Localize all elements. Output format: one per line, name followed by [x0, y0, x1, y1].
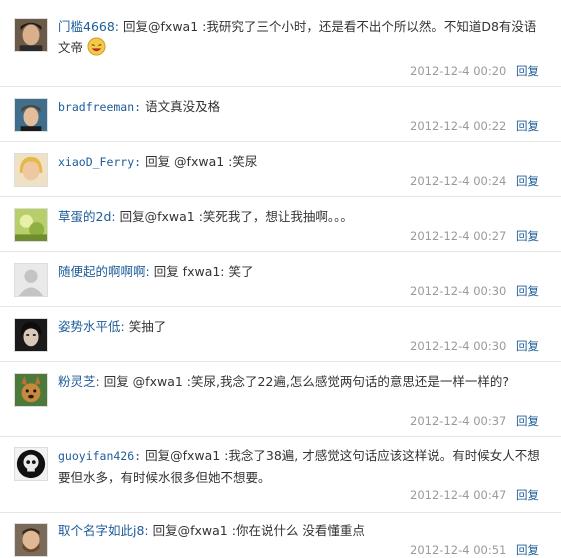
comment-text: 回复 fxwa1: 笑了 — [153, 264, 254, 279]
comment-body: 取个名字如此j8: 回复@fxwa1 :你在说什么 没看懂重点 — [58, 520, 541, 541]
comment-meta: 2012-12-4 00:37 回复 — [410, 413, 539, 429]
comment-username[interactable]: 取个名字如此j8: — [58, 523, 149, 538]
comment-timestamp: 2012-12-4 00:20 — [410, 64, 507, 78]
comment-username[interactable]: 粉灵芝: — [58, 374, 100, 389]
comment-item: 粉灵芝: 回复 @fxwa1 :笑尿,我念了22遍,怎么感觉两句话的意思还是一样… — [0, 362, 561, 437]
reply-link[interactable]: 回复 — [516, 488, 539, 502]
avatar-default-icon — [15, 264, 47, 296]
comment-body: 随便起的啊啊啊: 回复 fxwa1: 笑了 — [58, 261, 541, 282]
avatar-man-dark-hair-icon — [15, 19, 47, 51]
comment-body: xiaoD_Ferry: 回复 @fxwa1 :笑尿 — [58, 151, 541, 173]
reply-link[interactable]: 回复 — [516, 229, 539, 243]
comment-meta: 2012-12-4 00:30 回复 — [410, 283, 539, 299]
comment-body: guoyifan426: 回复@fxwa1 :我念了38遍, 才感觉这句话应该这… — [58, 445, 541, 488]
comment-username[interactable]: 姿势水平低: — [58, 319, 125, 334]
comment-meta: 2012-12-4 00:20 回复 — [410, 63, 539, 79]
comment-timestamp: 2012-12-4 00:27 — [410, 229, 507, 243]
avatar-blonde-icon — [15, 154, 47, 186]
reply-link[interactable]: 回复 — [516, 543, 539, 557]
comment-meta: 2012-12-4 00:47 回复 — [410, 487, 539, 503]
comment-timestamp: 2012-12-4 00:24 — [410, 174, 507, 188]
comment-item: guoyifan426: 回复@fxwa1 :我念了38遍, 才感觉这句话应该这… — [0, 437, 561, 513]
comment-item: 门槛4668: 回复@fxwa1 :我研究了三个小时，还是看不出个所以然。不知道… — [0, 0, 561, 87]
avatar-green-icon — [15, 209, 47, 241]
avatar[interactable] — [14, 523, 48, 557]
comment-username[interactable]: 草蛋的2d: — [58, 209, 116, 224]
avatar[interactable] — [14, 373, 48, 407]
reply-link[interactable]: 回复 — [516, 174, 539, 188]
comment-body: 门槛4668: 回复@fxwa1 :我研究了三个小时，还是看不出个所以然。不知道… — [58, 16, 541, 58]
comment-item: 随便起的啊啊啊: 回复 fxwa1: 笑了 2012-12-4 00:30 回复 — [0, 252, 561, 307]
comment-timestamp: 2012-12-4 00:30 — [410, 339, 507, 353]
comment-timestamp: 2012-12-4 00:51 — [410, 543, 507, 557]
comment-timestamp: 2012-12-4 00:37 — [410, 414, 507, 428]
comment-item: xiaoD_Ferry: 回复 @fxwa1 :笑尿 2012-12-4 00:… — [0, 142, 561, 197]
avatar[interactable] — [14, 153, 48, 187]
comment-timestamp: 2012-12-4 00:47 — [410, 488, 507, 502]
comment-item: bradfreeman: 语文真没及格 2012-12-4 00:22 回复 — [0, 87, 561, 142]
comment-list: 门槛4668: 回复@fxwa1 :我研究了三个小时，还是看不出个所以然。不知道… — [0, 0, 561, 557]
comment-username[interactable]: 随便起的啊啊啊: — [58, 264, 150, 279]
comment-meta: 2012-12-4 00:30 回复 — [410, 338, 539, 354]
comment-meta: 2012-12-4 00:51 回复 — [410, 542, 539, 558]
avatar-skull-icon — [15, 448, 47, 480]
comment-username[interactable]: 门槛4668: — [58, 19, 119, 34]
comment-text: 笑抽了 — [128, 319, 167, 334]
reply-link[interactable]: 回复 — [516, 414, 539, 428]
comment-text: 回复 @fxwa1 :笑尿,我念了22遍,怎么感觉两句话的意思还是一样一样的? — [103, 374, 509, 389]
avatar[interactable] — [14, 98, 48, 132]
avatar[interactable] — [14, 447, 48, 481]
comment-text: 回复@fxwa1 :你在说什么 没看懂重点 — [152, 523, 365, 538]
comment-item: 姿势水平低: 笑抽了 2012-12-4 00:30 回复 — [0, 307, 561, 362]
comment-text: 语文真没及格 — [145, 99, 221, 114]
comment-username[interactable]: xiaoD_Ferry: — [58, 155, 141, 169]
comment-meta: 2012-12-4 00:24 回复 — [410, 173, 539, 189]
avatar-dark-face-icon — [15, 319, 47, 351]
avatar-boy-icon — [15, 99, 47, 131]
comment-timestamp: 2012-12-4 00:30 — [410, 284, 507, 298]
avatar[interactable] — [14, 208, 48, 242]
comment-meta: 2012-12-4 00:27 回复 — [410, 228, 539, 244]
avatar-man-beard-icon — [15, 524, 47, 556]
comment-timestamp: 2012-12-4 00:22 — [410, 119, 507, 133]
avatar-dog-icon — [15, 374, 47, 406]
avatar[interactable] — [14, 18, 48, 52]
reply-link[interactable]: 回复 — [516, 284, 539, 298]
avatar[interactable] — [14, 263, 48, 297]
comment-body: bradfreeman: 语文真没及格 — [58, 96, 541, 118]
avatar[interactable] — [14, 318, 48, 352]
comment-username[interactable]: guoyifan426: — [58, 449, 141, 463]
comment-item: 草蛋的2d: 回复@fxwa1 :笑死我了，想让我抽啊。。。 2012-12-4… — [0, 197, 561, 252]
comment-meta: 2012-12-4 00:22 回复 — [410, 118, 539, 134]
comment-text: 回复@fxwa1 :我研究了三个小时，还是看不出个所以然。不知道D8有没语文帝 — [58, 19, 537, 55]
comment-item: 取个名字如此j8: 回复@fxwa1 :你在说什么 没看懂重点 2012-12-… — [0, 513, 561, 557]
reply-link[interactable]: 回复 — [516, 339, 539, 353]
comment-body: 草蛋的2d: 回复@fxwa1 :笑死我了，想让我抽啊。。。 — [58, 206, 541, 227]
comment-username[interactable]: bradfreeman: — [58, 100, 141, 114]
reply-link[interactable]: 回复 — [516, 119, 539, 133]
reply-link[interactable]: 回复 — [516, 64, 539, 78]
comment-body: 姿势水平低: 笑抽了 — [58, 316, 541, 337]
comment-text: 回复 @fxwa1 :笑尿 — [145, 154, 258, 169]
comment-body: 粉灵芝: 回复 @fxwa1 :笑尿,我念了22遍,怎么感觉两句话的意思还是一样… — [58, 371, 541, 392]
comment-text: 回复@fxwa1 :笑死我了，想让我抽啊。。。 — [119, 209, 353, 224]
laughing-emoticon-icon — [87, 37, 106, 56]
